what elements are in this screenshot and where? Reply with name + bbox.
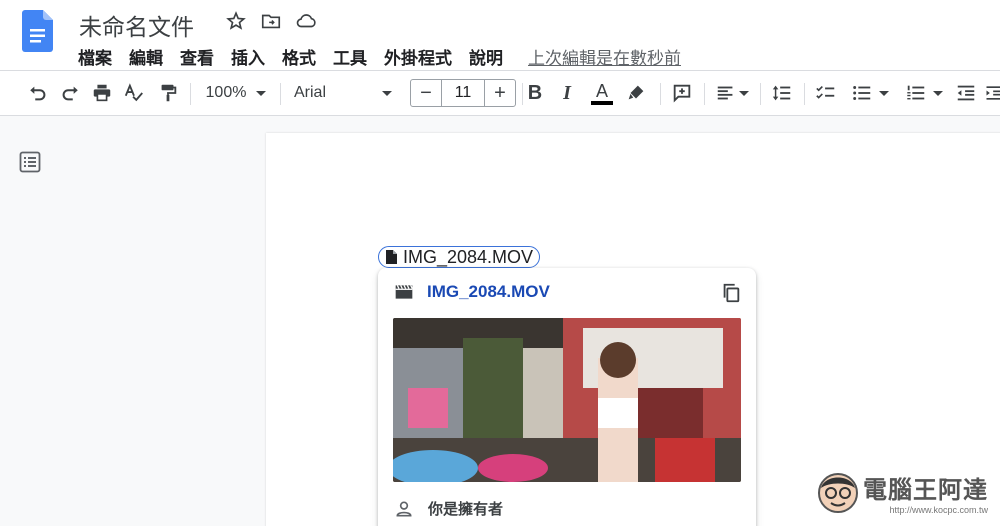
bulleted-list-icon xyxy=(853,86,871,100)
paint-format-button[interactable] xyxy=(154,71,182,115)
line-spacing-icon xyxy=(772,85,791,101)
file-preview-card: IMG_2084.MOV 你是擁有者 xyxy=(378,268,756,526)
zoom-value: 100% xyxy=(205,84,247,101)
menu-insert[interactable]: 插入 xyxy=(231,44,265,69)
menu-tools[interactable]: 工具 xyxy=(333,44,367,69)
text-color-icon: A xyxy=(591,82,613,105)
redo-icon xyxy=(62,86,78,101)
undo-icon xyxy=(30,86,46,101)
site-watermark: 電腦王阿達 http://www.kocpc.com.tw xyxy=(817,470,988,515)
chevron-down-icon xyxy=(382,90,393,96)
watermark-text: 電腦王阿達 http://www.kocpc.com.tw xyxy=(863,470,988,515)
card-file-title-link[interactable]: IMG_2084.MOV xyxy=(427,282,550,302)
font-size-stepper: − 11 + xyxy=(410,79,516,107)
menu-edit[interactable]: 編輯 xyxy=(129,44,163,69)
increase-font-size-button[interactable]: + xyxy=(485,80,515,106)
chevron-down-icon xyxy=(739,90,749,96)
owner-label: 你是擁有者 xyxy=(428,501,504,518)
chip-label: IMG_2084.MOV xyxy=(403,246,534,267)
cloud-saved-icon[interactable] xyxy=(295,10,317,32)
document-title[interactable]: 未命名文件 xyxy=(79,8,194,42)
menu-file[interactable]: 檔案 xyxy=(78,44,112,69)
bulleted-list-button[interactable] xyxy=(846,71,894,115)
italic-button[interactable]: I xyxy=(554,71,580,115)
watermark-url: http://www.kocpc.com.tw xyxy=(889,505,988,515)
redo-button[interactable] xyxy=(56,71,84,115)
google-docs-window: 未命名文件 檔案 編輯 查看 插入 格式 工具 外掛程式 說明 上次編輯是在數秒… xyxy=(0,0,1000,526)
document-outline-icon[interactable] xyxy=(18,150,42,174)
card-header: IMG_2084.MOV xyxy=(394,282,550,302)
mascot-logo-icon xyxy=(818,472,858,513)
decrease-indent-icon xyxy=(957,85,975,101)
chevron-down-icon xyxy=(933,90,943,96)
google-docs-logo-icon[interactable] xyxy=(22,10,53,52)
text-color-button[interactable]: A xyxy=(588,71,616,115)
video-file-icon xyxy=(395,285,413,299)
font-select[interactable]: Arial xyxy=(290,71,402,115)
font-value: Arial xyxy=(294,84,327,101)
italic-icon: I xyxy=(563,81,571,104)
owner-row: 你是擁有者 xyxy=(394,498,503,519)
add-comment-button[interactable] xyxy=(668,71,696,115)
text-color-letter: A xyxy=(595,80,608,101)
checklist-icon xyxy=(816,85,835,99)
move-folder-icon[interactable] xyxy=(260,10,282,32)
highlight-color-button[interactable] xyxy=(622,71,650,115)
numbered-list-button[interactable] xyxy=(900,71,948,115)
chevron-down-icon xyxy=(879,90,889,96)
chevron-down-icon xyxy=(256,90,267,96)
align-button[interactable] xyxy=(712,71,752,115)
print-button[interactable] xyxy=(88,71,116,115)
bold-icon: B xyxy=(527,81,543,104)
toolbar-divider xyxy=(660,83,661,105)
video-thumbnail[interactable] xyxy=(393,318,741,482)
align-left-icon xyxy=(717,86,733,100)
toolbar: 100% Arial − 11 + B I A xyxy=(0,70,1000,116)
decrease-indent-button[interactable] xyxy=(953,71,979,115)
file-icon xyxy=(386,250,397,264)
spellcheck-icon xyxy=(124,83,143,102)
toolbar-divider xyxy=(280,83,281,105)
menu-view[interactable]: 查看 xyxy=(180,44,214,69)
comment-icon xyxy=(673,84,691,103)
zoom-select[interactable]: 100% xyxy=(200,71,272,115)
undo-button[interactable] xyxy=(24,71,52,115)
decrease-font-size-button[interactable]: − xyxy=(411,80,441,106)
watermark-name: 電腦王阿達 xyxy=(863,477,988,504)
toolbar-divider xyxy=(190,83,191,105)
last-edit-link[interactable]: 上次編輯是在數秒前 xyxy=(528,44,681,69)
menu-bar: 檔案 編輯 查看 插入 格式 工具 外掛程式 說明 上次編輯是在數秒前 xyxy=(78,44,681,69)
star-icon[interactable] xyxy=(225,10,247,32)
increase-indent-button[interactable] xyxy=(984,71,1000,115)
copy-link-icon[interactable] xyxy=(720,282,742,304)
menu-help[interactable]: 說明 xyxy=(469,44,503,69)
text-color-swatch xyxy=(591,100,613,105)
title-actions xyxy=(225,10,317,32)
font-size-input[interactable]: 11 xyxy=(441,80,485,106)
print-icon xyxy=(93,84,111,102)
menu-addons[interactable]: 外掛程式 xyxy=(384,44,452,69)
paint-format-icon xyxy=(161,84,177,102)
checklist-button[interactable] xyxy=(812,71,840,115)
toolbar-divider xyxy=(704,83,705,105)
bold-button[interactable]: B xyxy=(522,71,548,115)
spellcheck-button[interactable] xyxy=(120,71,148,115)
menu-format[interactable]: 格式 xyxy=(282,44,316,69)
numbered-list-icon xyxy=(907,85,925,100)
file-smart-chip[interactable]: IMG_2084.MOV xyxy=(378,246,541,268)
increase-indent-icon xyxy=(986,86,1000,100)
line-spacing-button[interactable] xyxy=(768,71,796,115)
toolbar-divider xyxy=(804,83,805,105)
person-icon xyxy=(396,501,412,516)
highlighter-icon xyxy=(628,85,644,100)
toolbar-divider xyxy=(760,83,761,105)
header: 未命名文件 檔案 編輯 查看 插入 格式 工具 外掛程式 說明 上次編輯是在數秒… xyxy=(0,0,1000,70)
